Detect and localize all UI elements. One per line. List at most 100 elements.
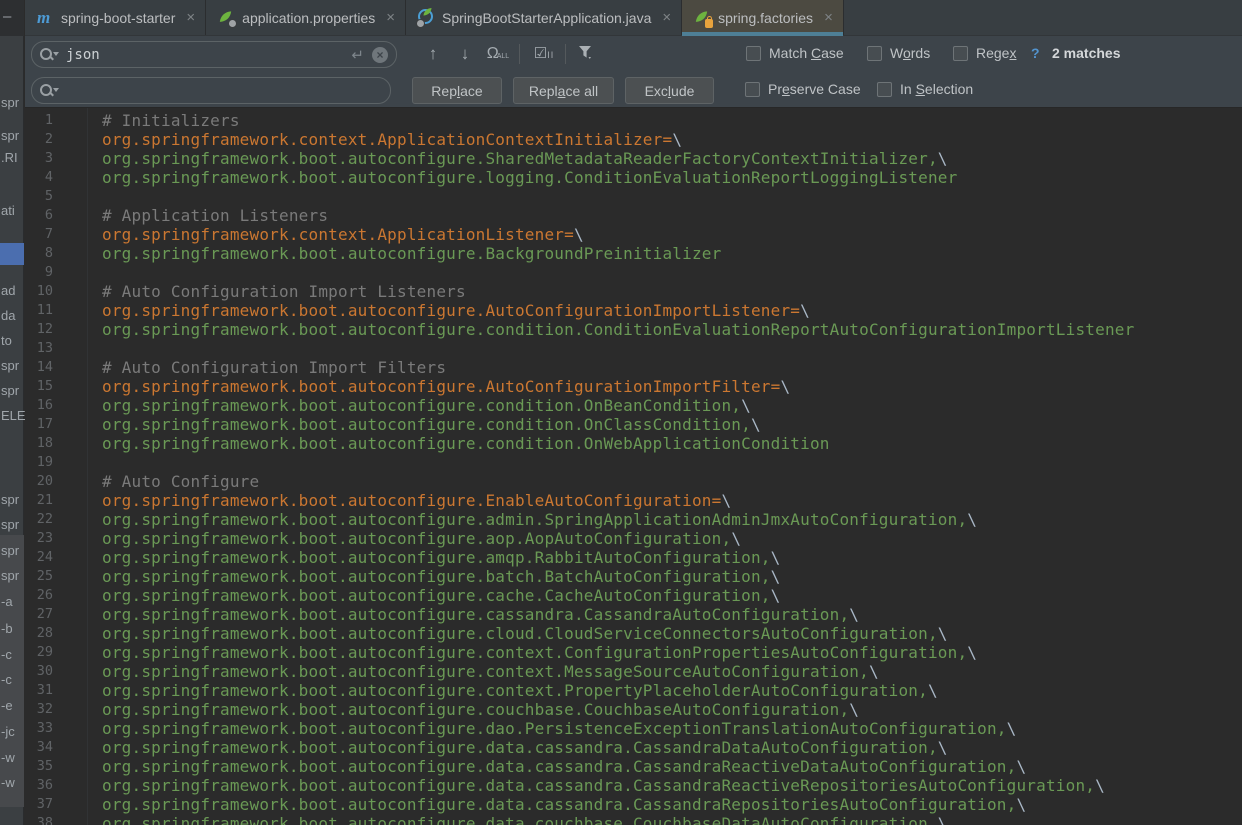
code-line: org.springframework.boot.autoconfigure.B… [102,244,1242,263]
code-line: # Auto Configure [102,472,1242,491]
line-number: 7 [25,225,87,244]
replace-all-button[interactable]: Replace all [513,77,614,104]
line-number: 15 [25,377,87,396]
new-line-icon[interactable]: ↵ [351,46,364,64]
tab-spring-factories[interactable]: spring.factories × [682,0,844,35]
code-line: org.springframework.boot.autoconfigure.c… [102,434,1242,453]
exclude-button[interactable]: Exclude [625,77,714,104]
code-line: org.springframework.boot.autoconfigure.A… [102,377,1242,396]
code-line: org.springframework.boot.autoconfigure.c… [102,700,1242,719]
project-item-fragment[interactable]: .RI [1,150,18,165]
code-line [102,263,1242,282]
project-item-fragment[interactable]: -e [1,698,13,713]
project-selected-row[interactable] [0,243,24,265]
project-item-fragment[interactable]: to [1,333,12,348]
toolbar-separator [519,44,520,64]
tab-springbootstarterapplication-java[interactable]: SpringBootStarterApplication.java × [406,0,682,35]
code-line [102,187,1242,206]
code-line: org.springframework.context.ApplicationL… [102,225,1242,244]
match-case-label[interactable]: Match Case [769,45,844,61]
search-icon[interactable] [40,84,58,98]
project-item-fragment[interactable]: ad [1,283,15,298]
regex-label[interactable]: Regex [976,45,1016,61]
in-selection-checkbox[interactable] [877,82,892,97]
tab-label: spring.factories [718,10,813,26]
project-item-fragment[interactable]: -w [1,775,15,790]
preserve-case-checkbox[interactable] [745,82,760,97]
project-item-fragment[interactable]: spr [1,517,19,532]
line-number: 4 [25,168,87,187]
regex-checkbox[interactable] [953,46,968,61]
match-case-checkbox[interactable] [746,46,761,61]
project-item-fragment[interactable]: -c [1,672,12,687]
line-number: 25 [25,567,87,586]
code-line: org.springframework.boot.autoconfigure.d… [102,776,1242,795]
project-item-fragment[interactable]: ELE [1,408,26,423]
line-number: 28 [25,624,87,643]
line-number: 5 [25,187,87,206]
replace-input[interactable] [31,77,391,104]
previous-occurrence-icon[interactable]: ↑ [421,43,445,65]
project-item-fragment[interactable]: spr [1,128,19,143]
close-icon[interactable]: × [386,9,395,26]
project-panel-sliver[interactable]: – spr spr .RI ati ad da to spr spr ELE spr spr spr sp… [0,0,24,825]
project-item-fragment[interactable]: da [1,308,15,323]
line-number: 14 [25,358,87,377]
project-item-fragment[interactable]: spr [1,95,19,110]
close-icon[interactable]: × [662,9,671,26]
panel-minimize-glyph[interactable]: – [0,0,24,36]
words-checkbox[interactable] [867,46,882,61]
code-line: org.springframework.boot.autoconfigure.l… [102,168,1242,187]
select-all-matches-icon[interactable]: ☑II [527,43,561,65]
line-number: 6 [25,206,87,225]
project-item-fragment[interactable]: spr [1,543,19,558]
project-item-fragment[interactable]: spr [1,568,19,583]
gutter: 1234567891011121314151617181920212223242… [25,108,88,825]
close-icon[interactable]: × [824,9,833,26]
code-line: org.springframework.boot.autoconfigure.a… [102,529,1242,548]
tab-application-properties[interactable]: application.properties × [206,0,406,35]
project-item-fragment[interactable]: spr [1,358,19,373]
editor-tab-bar: m spring-boot-starter × application.prop… [25,0,1242,36]
line-number: 26 [25,586,87,605]
next-occurrence-icon[interactable]: ↓ [453,43,477,65]
project-item-fragment[interactable]: -w [1,750,15,765]
line-number: 1 [25,111,87,130]
replace-button[interactable]: Replace [412,77,502,104]
project-item-fragment[interactable]: spr [1,492,19,507]
words-label[interactable]: Words [890,45,930,61]
main-column: m spring-boot-starter × application.prop… [25,0,1242,825]
project-item-fragment[interactable]: -a [1,594,13,609]
line-number: 38 [25,814,87,825]
project-item-fragment[interactable]: -c [1,647,12,662]
find-all-occurrences-icon[interactable]: ΩALL [486,43,510,65]
in-selection-label[interactable]: In Selection [900,81,973,97]
line-number: 27 [25,605,87,624]
code-line: org.springframework.boot.autoconfigure.c… [102,624,1242,643]
clear-search-icon[interactable]: × [372,47,388,63]
line-number: 22 [25,510,87,529]
close-icon[interactable]: × [186,9,195,26]
search-icon[interactable] [40,48,58,62]
search-query[interactable]: json [66,47,351,63]
project-item-fragment[interactable]: -b [1,621,13,636]
regex-help-icon[interactable]: ? [1031,45,1040,61]
ide-window: – spr spr .RI ati ad da to spr spr ELE spr spr spr sp… [0,0,1242,825]
tab-label: spring-boot-starter [61,10,175,26]
search-filter-icon[interactable] [573,43,597,65]
code-line: # Application Listeners [102,206,1242,225]
find-replace-panel: json ↵ × ↑ ↓ ΩALL ☑II Match Case Words R… [25,36,1242,108]
code-editor[interactable]: 1234567891011121314151617181920212223242… [25,108,1242,825]
code-lines[interactable]: # Initializersorg.springframework.contex… [88,108,1242,825]
line-number: 8 [25,244,87,263]
spring-factories-locked-icon [694,9,711,26]
preserve-case-label[interactable]: Preserve Case [768,81,861,97]
search-input[interactable]: json ↵ × [31,41,397,68]
code-line: org.springframework.boot.autoconfigure.E… [102,491,1242,510]
project-item-fragment[interactable]: -jc [1,724,15,739]
project-item-fragment[interactable]: spr [1,383,19,398]
project-item-fragment[interactable]: ati [1,203,15,218]
code-line: org.springframework.boot.autoconfigure.S… [102,149,1242,168]
tab-spring-boot-starter[interactable]: m spring-boot-starter × [25,0,206,35]
code-line: org.springframework.boot.autoconfigure.A… [102,301,1242,320]
